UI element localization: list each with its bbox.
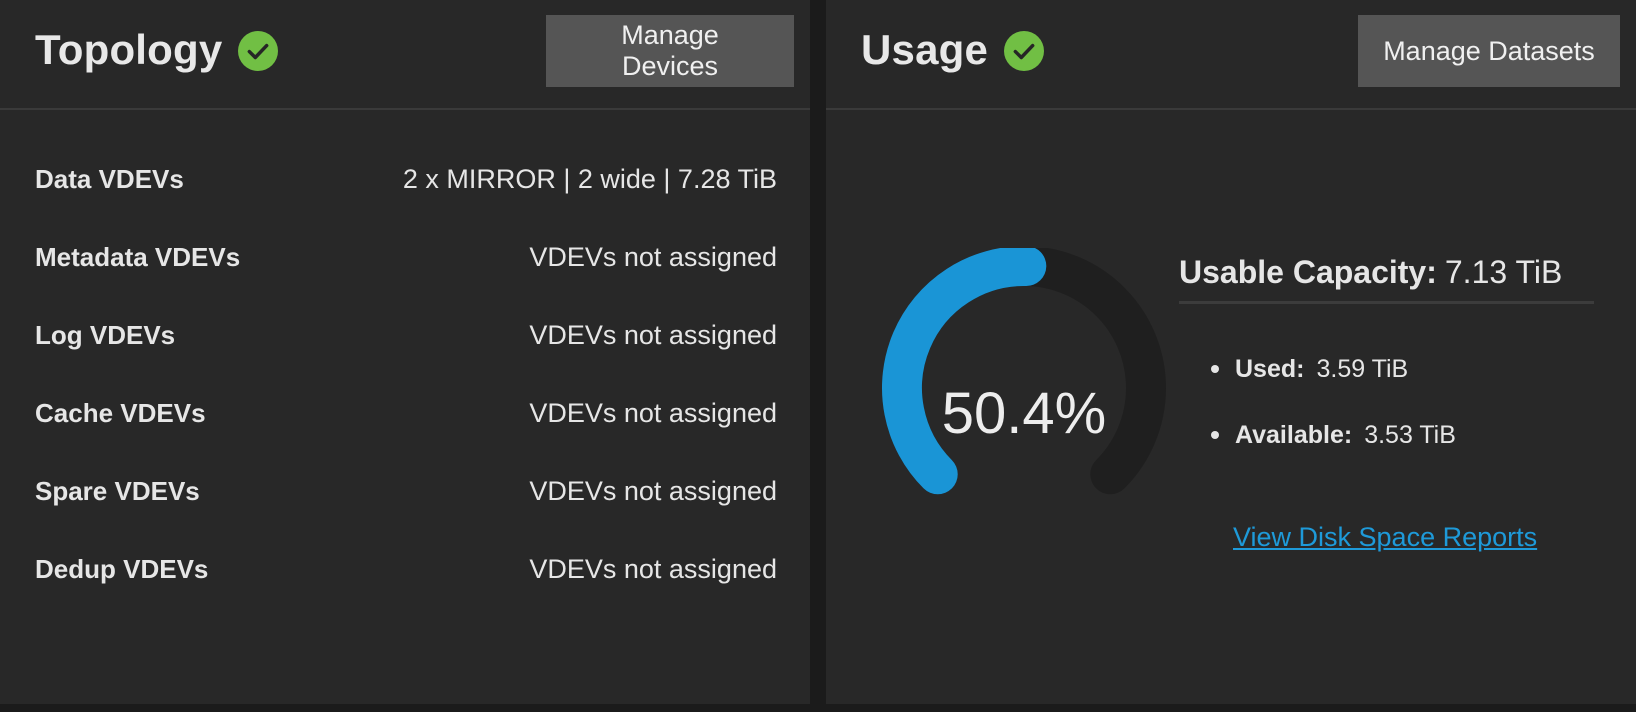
usage-card: Usage Manage Datasets 50.4% Usable Capac… bbox=[826, 0, 1636, 704]
vdev-value: VDEVs not assigned bbox=[529, 319, 777, 350]
usage-header: Usage Manage Datasets bbox=[826, 0, 1636, 110]
vdev-value: VDEVs not assigned bbox=[529, 241, 777, 272]
usable-capacity-label: Usable Capacity: bbox=[1179, 254, 1437, 290]
vdev-row-data: Data VDEVs 2 x MIRROR | 2 wide | 7.28 Ti… bbox=[35, 140, 777, 218]
vdev-row-cache: Cache VDEVs VDEVs not assigned bbox=[35, 374, 777, 452]
manage-devices-button[interactable]: Manage Devices bbox=[546, 15, 794, 87]
usage-title-text: Usage bbox=[861, 26, 989, 73]
vdev-value: VDEVs not assigned bbox=[529, 397, 777, 428]
vdev-row-log: Log VDEVs VDEVs not assigned bbox=[35, 296, 777, 374]
check-circle-icon bbox=[238, 31, 279, 71]
usage-gauge: 50.4% bbox=[864, 246, 1184, 528]
topology-title-text: Topology bbox=[35, 26, 223, 73]
bullet-icon bbox=[1211, 365, 1219, 373]
manage-datasets-button[interactable]: Manage Datasets bbox=[1358, 15, 1620, 87]
vdev-value: 2 x MIRROR | 2 wide | 7.28 TiB bbox=[402, 163, 777, 194]
topology-title: Topology bbox=[35, 26, 279, 74]
vdev-label: Dedup VDEVs bbox=[35, 553, 209, 584]
topology-header: Topology Manage Devices bbox=[0, 0, 810, 110]
bullet-icon bbox=[1211, 431, 1219, 439]
used-item: Used: 3.59 TiB bbox=[1211, 336, 1456, 402]
available-value: 3.53 TiB bbox=[1364, 420, 1456, 449]
vdev-row-spare: Spare VDEVs VDEVs not assigned bbox=[35, 452, 777, 530]
vdev-value: VDEVs not assigned bbox=[529, 553, 777, 584]
usable-capacity: Usable Capacity: 7.13 TiB bbox=[1179, 254, 1594, 304]
topology-card: Topology Manage Devices Data VDEVs 2 x M… bbox=[0, 0, 810, 704]
vdev-label: Metadata VDEVs bbox=[35, 241, 241, 272]
usage-title: Usage bbox=[861, 26, 1045, 74]
usage-breakdown: Used: 3.59 TiB Available: 3.53 TiB bbox=[1211, 336, 1456, 468]
vdev-row-dedup: Dedup VDEVs VDEVs not assigned bbox=[35, 530, 777, 608]
vdev-label: Log VDEVs bbox=[35, 319, 176, 350]
check-circle-icon bbox=[1004, 31, 1045, 71]
available-item: Available: 3.53 TiB bbox=[1211, 402, 1456, 468]
vdev-row-metadata: Metadata VDEVs VDEVs not assigned bbox=[35, 218, 777, 296]
used-value: 3.59 TiB bbox=[1316, 354, 1409, 383]
dashboard: Topology Manage Devices Data VDEVs 2 x M… bbox=[0, 0, 1636, 712]
vdev-label: Data VDEVs bbox=[35, 163, 184, 194]
vdev-label: Spare VDEVs bbox=[35, 475, 200, 506]
usable-capacity-value: 7.13 TiB bbox=[1444, 254, 1563, 290]
available-label: Available: bbox=[1235, 420, 1353, 449]
vdev-value: VDEVs not assigned bbox=[529, 475, 777, 506]
used-label: Used: bbox=[1235, 354, 1305, 383]
vdev-list: Data VDEVs 2 x MIRROR | 2 wide | 7.28 Ti… bbox=[35, 140, 777, 608]
view-disk-space-reports-link[interactable]: View Disk Space Reports bbox=[1233, 522, 1537, 553]
vdev-label: Cache VDEVs bbox=[35, 397, 206, 428]
usable-capacity-title: Usable Capacity: 7.13 TiB bbox=[1179, 254, 1594, 304]
gauge-percent: 50.4% bbox=[941, 381, 1107, 446]
